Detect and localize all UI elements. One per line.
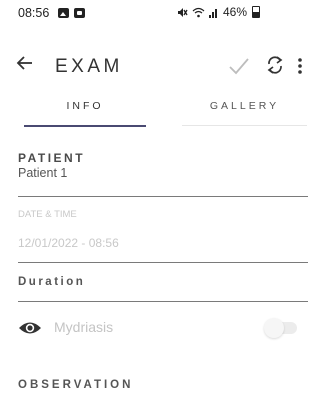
patient-field-underline: [18, 196, 308, 197]
status-right-group: 46%: [176, 5, 261, 19]
mute-icon: [178, 7, 188, 17]
battery-icon: [252, 6, 261, 18]
check-icon[interactable]: [228, 56, 250, 76]
app-bar: EXAM: [0, 26, 321, 86]
datetime-label: DATE & TIME: [18, 209, 77, 220]
datetime-field-underline: [18, 262, 308, 263]
tab-info-indicator: [24, 125, 146, 127]
tab-info[interactable]: INFO: [24, 100, 146, 112]
duration-field[interactable]: Duration: [18, 276, 85, 288]
status-time: 08:56: [18, 6, 50, 20]
duration-field-underline: [18, 301, 308, 302]
eye-icon: [19, 322, 41, 334]
status-bar: 08:56 46%: [0, 0, 321, 26]
tab-gallery[interactable]: GALLERY: [182, 100, 307, 112]
page-title: EXAM: [55, 56, 123, 77]
observation-label: OBSERVATION: [18, 379, 134, 391]
datetime-field: 12/01/2022 - 08:56: [18, 236, 119, 250]
signal-icon: [209, 8, 217, 18]
more-vert-icon[interactable]: [296, 56, 304, 76]
back-arrow-icon[interactable]: [16, 54, 34, 72]
gallery-icon: [58, 8, 69, 18]
patient-label: PATIENT: [18, 151, 86, 165]
refresh-icon[interactable]: [265, 55, 285, 75]
patient-field[interactable]: Patient 1: [18, 166, 67, 180]
square-icon: [74, 8, 85, 18]
tab-gallery-indicator: [182, 125, 307, 126]
wifi-icon: [192, 7, 205, 17]
battery-percent: 46%: [223, 5, 248, 19]
mydriasis-label: Mydriasis: [54, 319, 114, 335]
mydriasis-toggle-knob[interactable]: [264, 318, 284, 338]
